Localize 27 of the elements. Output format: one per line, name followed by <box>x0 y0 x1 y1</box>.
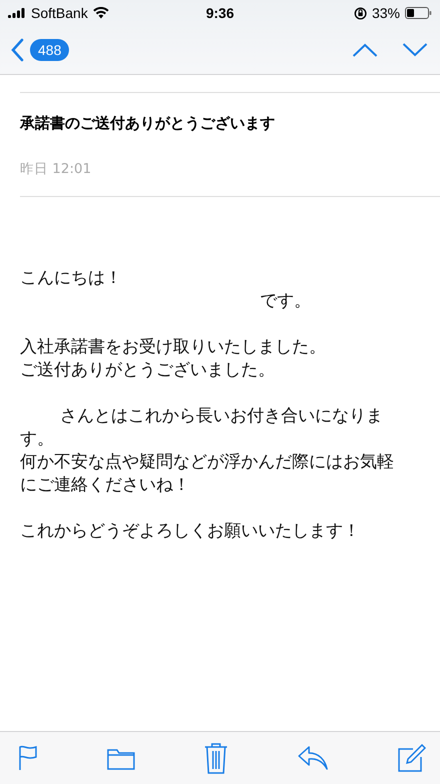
body-text: にご連絡くださいね！ <box>20 474 190 494</box>
body-text: これからどうぞよろしくお願いいたします！ <box>20 520 360 540</box>
status-time: 9:36 <box>206 5 234 21</box>
previous-message-icon[interactable] <box>352 43 378 57</box>
unread-count-badge: 488 <box>30 39 70 61</box>
body-text: ご送付ありがとうございました。 <box>20 359 275 379</box>
compose-icon[interactable] <box>398 744 426 772</box>
body-text: こんにちは！ <box>20 267 122 287</box>
body-text: さんとはこれから長いお付き合いになりま <box>60 405 383 425</box>
next-message-icon[interactable] <box>402 43 428 57</box>
email-subject: 承諾書のご送付ありがとうございます <box>18 113 276 133</box>
body-text: です。 <box>260 290 311 310</box>
wifi-icon <box>92 7 109 19</box>
reply-icon[interactable] <box>297 745 329 771</box>
trash-icon[interactable] <box>204 742 228 774</box>
carrier-name: SoftBank <box>31 5 88 21</box>
battery-icon <box>405 7 432 19</box>
body-text: す。 <box>20 428 54 448</box>
flag-icon[interactable] <box>18 745 38 771</box>
battery-percent: 33% <box>372 5 400 21</box>
body-text: 入社承諾書をお受け取りいたしました。 <box>20 336 326 356</box>
back-button[interactable]: 488 <box>10 38 70 62</box>
rotation-lock-icon <box>354 6 367 20</box>
chevron-left-icon <box>10 38 24 62</box>
signal-icon <box>8 8 26 18</box>
body-text: 何か不安な点や疑問などが浮かんだ際にはお気軽 <box>20 451 394 471</box>
email-date: 昨日 12:01 <box>19 160 92 179</box>
